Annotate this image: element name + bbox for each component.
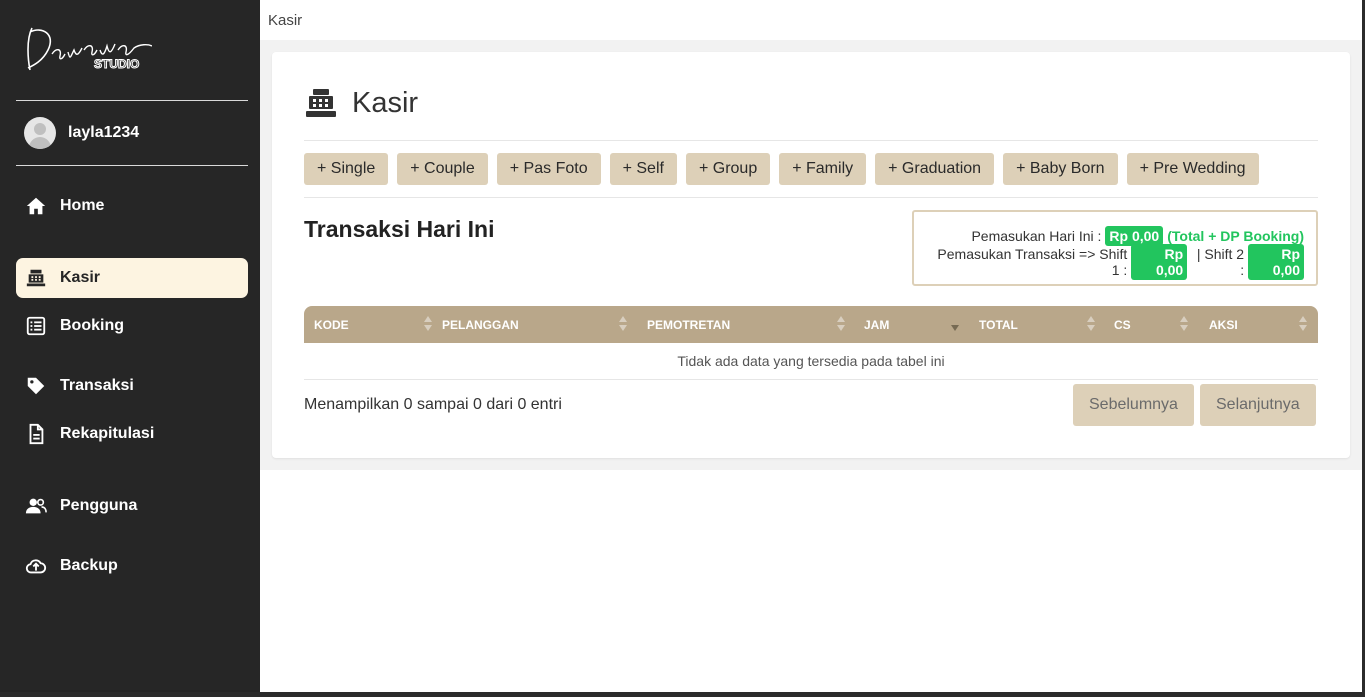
sidebar-item-transaksi[interactable]: Transaksi [16,366,248,406]
add-baby-born-button[interactable]: + Baby Born [1003,153,1118,185]
add-family-button[interactable]: + Family [779,153,867,185]
shift1-badge: Rp 0,00 [1131,244,1188,280]
main-area: Kasir Kasir + Single + Couple + Pas Foto… [260,0,1362,692]
add-pre-wedding-button[interactable]: + Pre Wedding [1126,153,1259,185]
income-shift-row: Pemasukan Transaksi => Shift 1 : Rp 0,00… [926,244,1304,280]
next-page-button[interactable]: Selanjutnya [1200,384,1316,426]
package-buttons: + Single + Couple + Pas Foto + Self + Gr… [304,153,1268,185]
cash-register-icon [24,266,48,290]
add-self-button[interactable]: + Self [609,153,677,185]
sidebar-item-label: Booking [60,317,124,334]
svg-text:STUDIO: STUDIO [94,57,139,71]
sidebar-item-label: Home [60,197,105,214]
table-info: Menampilkan 0 sampai 0 dari 0 entri [304,396,562,413]
users-icon [24,494,48,518]
column-header-total[interactable]: TOTAL [979,306,1099,343]
column-header-pelanggan[interactable]: PELANGGAN [442,306,632,343]
transactions-table: KODE PELANGGAN PEMOTRETAN JAM TOTAL CS A… [304,306,1318,380]
income-today-note: (Total + DP Booking) [1167,228,1304,244]
sidebar-item-label: Transaksi [60,377,134,394]
sidebar-item-rekapitulasi[interactable]: Rekapitulasi [16,414,248,454]
add-couple-button[interactable]: + Couple [397,153,488,185]
sidebar-item-label: Backup [60,557,118,574]
cash-register-icon [304,86,338,120]
section-title: Transaksi Hari Ini [304,216,495,242]
income-today-label: Pemasukan Hari Ini : [971,228,1102,244]
table-header: KODE PELANGGAN PEMOTRETAN JAM TOTAL CS A… [304,306,1318,343]
tag-icon [24,374,48,398]
add-pas-foto-button[interactable]: + Pas Foto [496,153,601,185]
sidebar-item-label: Kasir [60,269,101,286]
sort-icon [1180,316,1188,332]
page-header: Kasir [304,86,418,120]
sort-icon [619,316,627,332]
sidebar-item-kasir[interactable]: Kasir [16,258,248,298]
sidebar: STUDIO layla1234 Home Kasir Booking Tran… [0,0,260,697]
income-today-badge: Rp 0,00 [1105,226,1164,246]
add-single-button[interactable]: + Single [304,153,389,185]
sidebar-item-label: Pengguna [60,497,138,514]
add-graduation-button[interactable]: + Graduation [875,153,995,185]
cloud-upload-icon [24,554,48,578]
column-header-pemotretan[interactable]: PEMOTRETAN [647,306,852,343]
home-icon [24,194,48,218]
divider [304,197,1318,198]
column-header-jam[interactable]: JAM [864,306,964,343]
column-header-aksi[interactable]: AKSI [1209,306,1309,343]
sort-desc-icon [951,316,959,332]
sidebar-item-label: Rekapitulasi [60,425,155,442]
income-summary: Pemasukan Hari Ini : Rp 0,00 (Total + DP… [912,210,1318,286]
sidebar-item-home[interactable]: Home [16,186,248,226]
brand-logo[interactable]: STUDIO [22,20,153,76]
sort-icon [1299,316,1307,332]
shift2-label: | Shift 2 : [1196,246,1245,278]
sort-icon [837,316,845,332]
user-profile[interactable]: layla1234 [24,116,139,150]
sort-icon [1087,316,1095,332]
column-header-cs[interactable]: CS [1114,306,1194,343]
add-group-button[interactable]: + Group [685,153,771,185]
shift2-badge: Rp 0,00 [1248,244,1304,280]
document-icon [24,422,48,446]
page-title: Kasir [352,86,419,119]
empty-table-message: Tidak ada data yang tersedia pada tabel … [304,343,1318,380]
sort-icon [424,316,432,332]
previous-page-button[interactable]: Sebelumnya [1073,384,1194,426]
sidebar-item-pengguna[interactable]: Pengguna [16,486,248,526]
breadcrumb: Kasir [260,0,1362,40]
divider [304,140,1318,141]
sidebar-item-backup[interactable]: Backup [16,546,248,586]
kasir-card: Kasir + Single + Couple + Pas Foto + Sel… [272,52,1350,458]
column-header-kode[interactable]: KODE [314,306,432,343]
income-transaction-label: Pemasukan Transaksi => Shift 1 : [937,246,1128,278]
sidebar-item-booking[interactable]: Booking [16,306,248,346]
sidebar-divider [16,165,248,166]
username: layla1234 [68,124,140,141]
window-border [0,692,1365,697]
table-footer: Menampilkan 0 sampai 0 dari 0 entri Sebe… [304,384,1318,428]
content-area: Kasir + Single + Couple + Pas Foto + Sel… [260,40,1362,470]
avatar [24,117,56,149]
list-icon [24,314,48,338]
sidebar-divider [16,100,248,101]
